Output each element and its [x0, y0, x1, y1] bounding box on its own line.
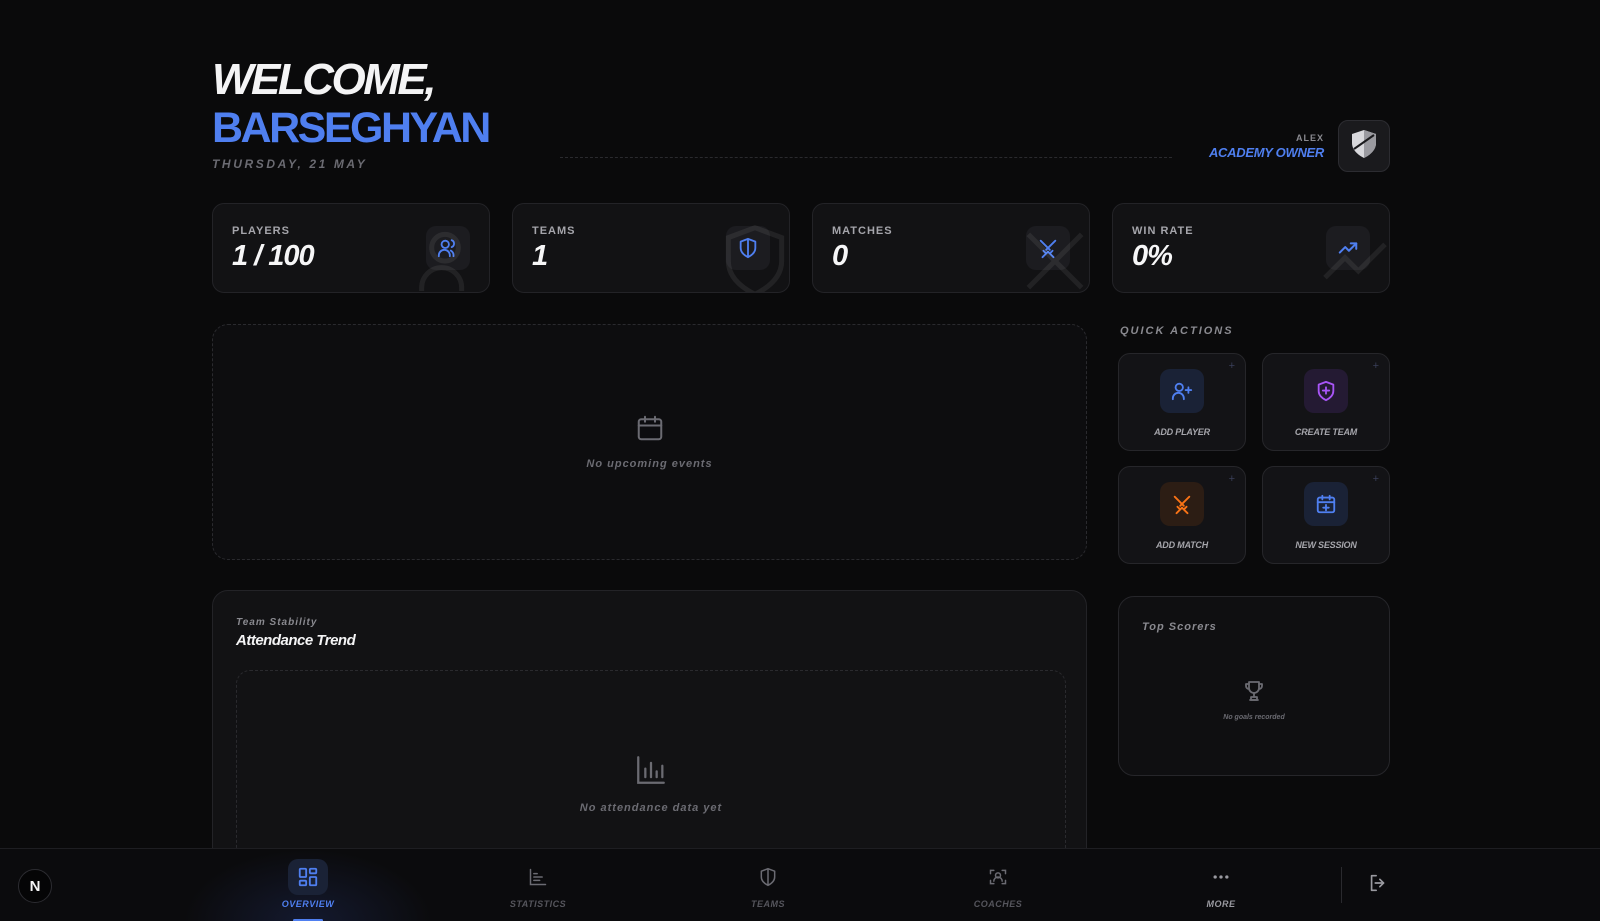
stat-label: PLAYERS [232, 225, 290, 237]
add-match-label: ADD MATCH [1155, 540, 1209, 550]
stat-card-teams[interactable]: TEAMS 1 [512, 203, 790, 293]
stat-card-win-rate[interactable]: WIN RATE 0% [1112, 203, 1390, 293]
nav-label: TEAMS [751, 899, 785, 909]
avatar[interactable] [1338, 120, 1390, 172]
trending-watermark-icon [1315, 221, 1389, 292]
top-scorers-card: Top Scorers No goals recorded [1118, 596, 1390, 776]
stat-value: 1 [532, 240, 548, 272]
add-player-label: ADD PLAYER [1154, 427, 1210, 437]
top-scorers-title: Top Scorers [1142, 621, 1217, 633]
user-plus-icon [1160, 369, 1204, 413]
attendance-title: Attendance Trend [236, 632, 356, 649]
logout-icon [1367, 872, 1389, 899]
users-watermark-icon [415, 221, 489, 292]
chart-icon [518, 859, 558, 895]
scorers-empty-text: No goals recorded [1223, 714, 1285, 721]
nav-more[interactable]: MORE [1106, 849, 1336, 921]
stats-row: PLAYERS 1 / 100 TEAMS 1 MATCHES 0 WIN RA… [212, 203, 1390, 293]
welcome-heading: WELCOME, [212, 55, 436, 104]
nav-coaches[interactable]: COACHES [883, 849, 1113, 921]
user-name: ALEX [1295, 132, 1324, 143]
trophy-icon [1242, 681, 1266, 707]
upcoming-events-card: No upcoming events [212, 324, 1087, 560]
plus-icon: + [1372, 360, 1379, 372]
stat-value: 1 / 100 [232, 240, 315, 272]
scorers-empty-state: No goals recorded [1119, 679, 1389, 721]
nav-label: STATISTICS [509, 899, 567, 909]
shield-icon [748, 859, 788, 895]
nav-divider [1341, 867, 1342, 903]
attendance-empty-state: No attendance data yet [237, 753, 1065, 814]
plus-icon: + [1228, 473, 1235, 485]
user-surname-heading: BARSEGHYAN [212, 104, 491, 152]
dashboard-page: WELCOME, BARSEGHYAN THURSDAY, 21 MAY ALE… [212, 0, 1390, 921]
current-date: THURSDAY, 21 MAY [212, 157, 368, 171]
events-empty-state: No upcoming events [213, 413, 1086, 470]
shield-plus-icon [1304, 369, 1348, 413]
swords-icon [1160, 482, 1204, 526]
nav-label: COACHES [973, 899, 1023, 909]
swords-watermark-icon [1015, 221, 1089, 292]
attendance-kicker: Team Stability [236, 617, 318, 628]
shield-crest-icon [1350, 129, 1378, 164]
logout-button[interactable] [1360, 867, 1396, 903]
bar-chart-icon [634, 756, 668, 791]
dashboard-icon [288, 859, 328, 895]
new-session-button[interactable]: + NEW SESSION [1262, 466, 1390, 564]
quick-actions-grid: + ADD PLAYER + CREATE TEAM + ADD MATCH +… [1118, 353, 1390, 564]
create-team-label: CREATE TEAM [1294, 427, 1358, 437]
bottom-navigation: N OVERVIEW STATISTICS TEAMS COACHES MORE [0, 848, 1600, 921]
create-team-button[interactable]: + CREATE TEAM [1262, 353, 1390, 451]
add-player-button[interactable]: + ADD PLAYER [1118, 353, 1246, 451]
stat-label: WIN RATE [1132, 225, 1194, 237]
stat-label: MATCHES [832, 225, 893, 237]
more-dots-icon [1201, 859, 1241, 895]
attendance-empty-text: No attendance data yet [579, 802, 723, 814]
nav-teams[interactable]: TEAMS [653, 849, 883, 921]
shield-watermark-icon [715, 221, 789, 292]
header-divider [560, 157, 1172, 158]
stat-card-matches[interactable]: MATCHES 0 [812, 203, 1090, 293]
coach-scan-icon [978, 859, 1018, 895]
nav-statistics[interactable]: STATISTICS [423, 849, 653, 921]
attendance-trend-card: Team Stability Attendance Trend No atten… [212, 590, 1087, 921]
user-role: ACADEMY OWNER [1208, 144, 1324, 160]
stat-value: 0% [1132, 240, 1173, 272]
nav-label: MORE [1206, 899, 1236, 909]
nav-label: OVERVIEW [281, 899, 335, 909]
calendar-plus-icon [1304, 482, 1348, 526]
plus-icon: + [1372, 473, 1379, 485]
stat-label: TEAMS [532, 225, 576, 237]
plus-icon: + [1228, 360, 1235, 372]
user-info: ALEX ACADEMY OWNER [1209, 133, 1324, 160]
events-empty-text: No upcoming events [586, 458, 713, 470]
user-profile[interactable]: ALEX ACADEMY OWNER [1209, 120, 1390, 172]
quick-actions-title: QUICK ACTIONS [1120, 325, 1234, 337]
nav-overview[interactable]: OVERVIEW [183, 849, 433, 921]
app-logo[interactable]: N [18, 869, 52, 903]
stat-value: 0 [832, 240, 848, 272]
new-session-label: NEW SESSION [1295, 540, 1357, 550]
calendar-icon [635, 415, 665, 447]
stat-card-players[interactable]: PLAYERS 1 / 100 [212, 203, 490, 293]
add-match-button[interactable]: + ADD MATCH [1118, 466, 1246, 564]
